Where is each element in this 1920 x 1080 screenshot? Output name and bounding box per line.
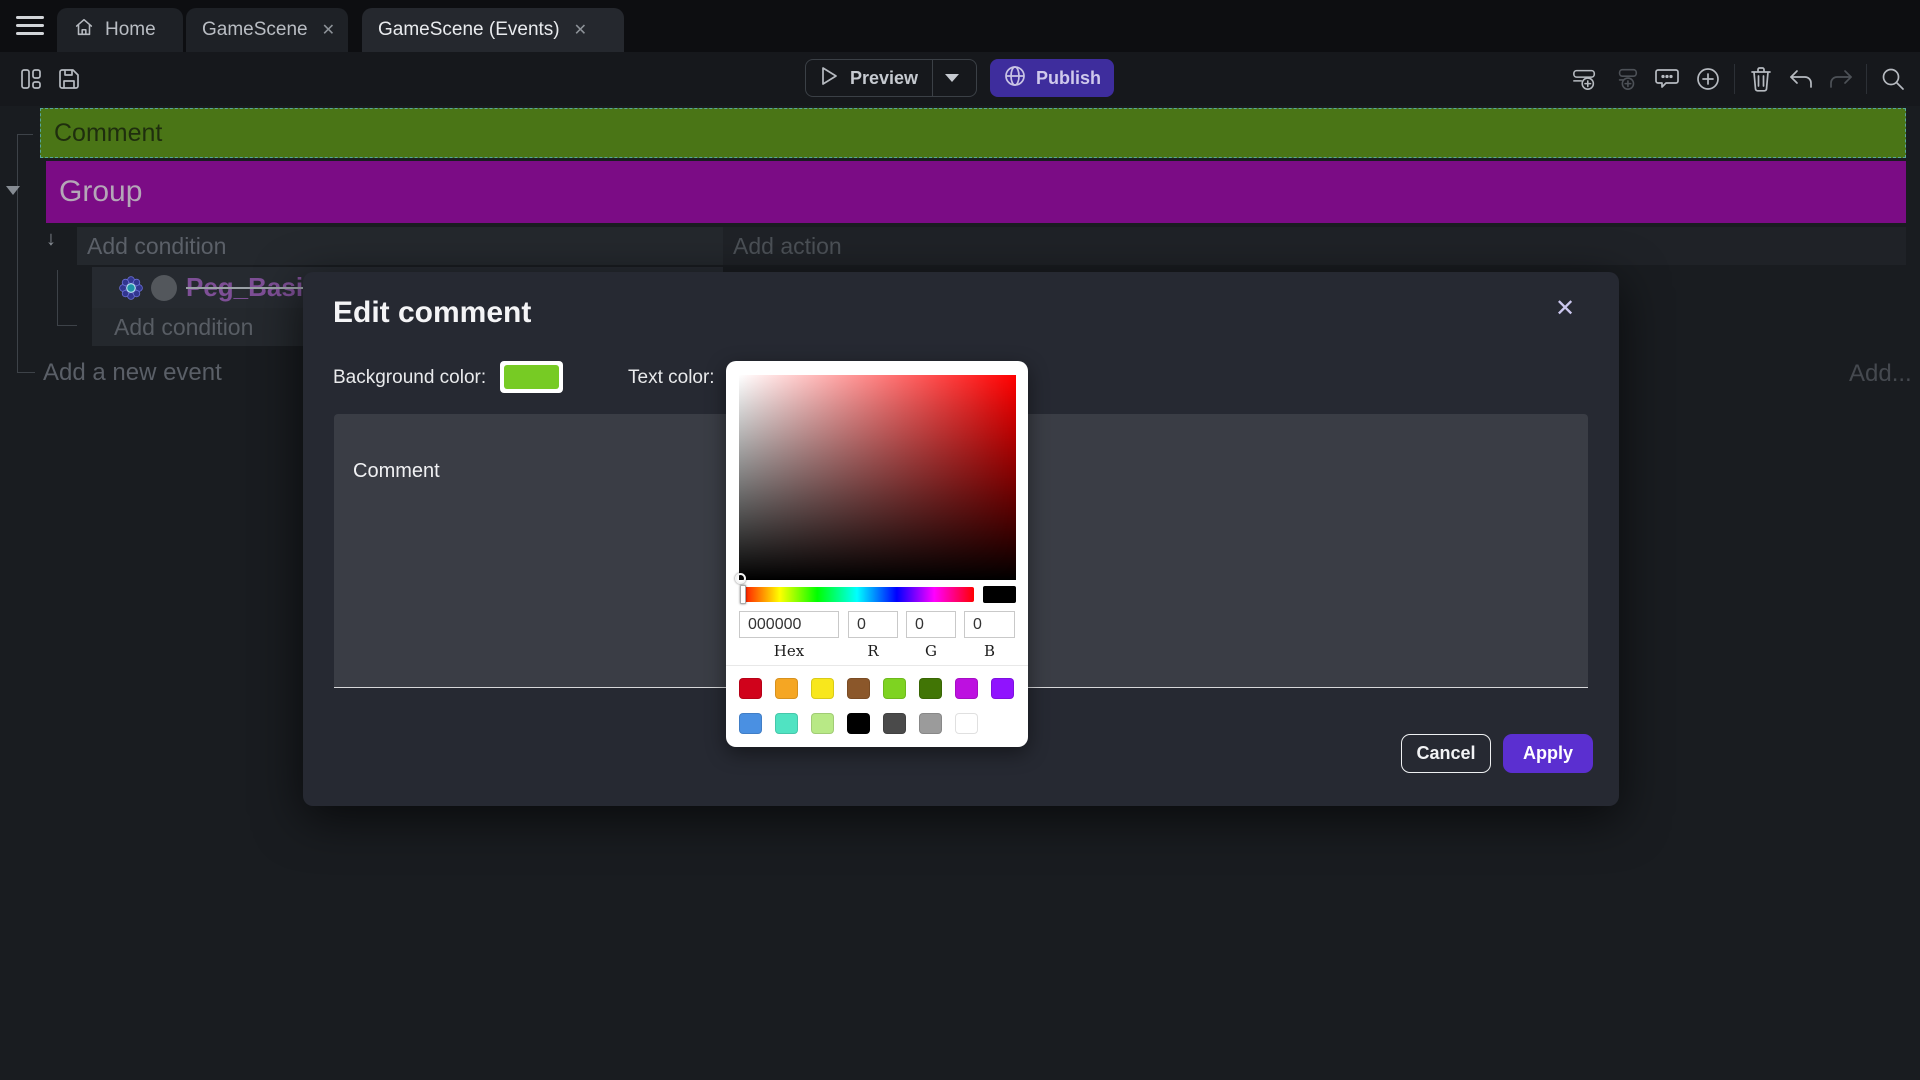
apply-button[interactable]: Apply [1503, 734, 1593, 773]
color-picker-popup: Hex R G B [726, 361, 1028, 747]
app-window: Home GameScene ✕ GameScene (Events) ✕ Pr… [0, 0, 1920, 1080]
publish-label: Publish [1036, 68, 1101, 89]
current-color-preview [983, 586, 1016, 603]
globe-icon [1003, 64, 1027, 93]
undo-icon[interactable] [1788, 66, 1814, 92]
green-label: G [906, 642, 956, 660]
search-icon[interactable] [1880, 66, 1906, 92]
hex-label: Hex [739, 642, 839, 660]
close-tab-icon[interactable]: ✕ [318, 18, 339, 42]
saturation-area[interactable] [739, 375, 1016, 580]
preview-split-divider [932, 60, 933, 96]
tab-label: Home [105, 19, 156, 41]
redo-icon[interactable] [1828, 66, 1854, 92]
tree-line [17, 372, 35, 373]
preset-color[interactable] [955, 713, 978, 734]
saturation-cursor[interactable] [735, 573, 746, 584]
preview-dropdown-icon[interactable] [945, 74, 959, 82]
group-event-bar[interactable]: Group [46, 161, 1906, 223]
dialog-title: Edit comment [333, 296, 531, 330]
tab-gamescene[interactable]: GameScene ✕ [186, 8, 348, 52]
add-circle-icon[interactable] [1695, 66, 1721, 92]
behavior-icon [118, 275, 144, 301]
preset-color[interactable] [955, 678, 978, 699]
preset-color[interactable] [919, 713, 942, 734]
picker-divider [726, 665, 1028, 666]
cancel-button[interactable]: Cancel [1401, 734, 1491, 773]
background-color-value [504, 365, 559, 389]
play-icon [816, 64, 840, 93]
tab-bar: Home GameScene ✕ GameScene (Events) ✕ [0, 0, 1920, 52]
close-dialog-icon[interactable]: ✕ [1555, 294, 1575, 323]
add-comment-icon[interactable] [1654, 66, 1680, 92]
preset-color[interactable] [775, 678, 798, 699]
blue-input[interactable] [964, 611, 1015, 638]
background-color-label: Background color: [333, 367, 486, 389]
tab-home[interactable]: Home [57, 8, 183, 52]
tab-label: GameScene [202, 19, 308, 41]
background-color-swatch[interactable] [500, 361, 563, 393]
add-condition-link[interactable]: Add condition [77, 227, 723, 265]
save-icon[interactable] [56, 66, 82, 92]
preset-color[interactable] [991, 678, 1014, 699]
preset-color[interactable] [739, 678, 762, 699]
blue-label: B [964, 642, 1015, 660]
preview-label: Preview [850, 68, 918, 89]
hex-input[interactable] [739, 611, 839, 638]
toolbar-divider [1866, 64, 1867, 94]
publish-button[interactable]: Publish [990, 59, 1114, 97]
preset-color[interactable] [775, 713, 798, 734]
comment-event-bar[interactable]: Comment [40, 108, 1906, 158]
preset-color[interactable] [883, 713, 906, 734]
preset-color[interactable] [883, 678, 906, 699]
red-label: R [848, 642, 898, 660]
collapse-group-icon[interactable] [6, 186, 20, 195]
text-color-label: Text color: [628, 367, 715, 389]
preset-color[interactable] [811, 678, 834, 699]
hue-slider-handle[interactable] [740, 585, 746, 604]
add-event-icon[interactable] [1572, 66, 1598, 92]
object-thumbnail [151, 275, 177, 301]
drop-indicator-icon: ↓ [46, 228, 56, 251]
hue-slider[interactable] [740, 587, 974, 602]
close-tab-icon[interactable]: ✕ [570, 18, 591, 42]
tree-line [57, 270, 58, 326]
add-new-event-link[interactable]: Add a new event [43, 359, 222, 387]
add-ellipsis-link[interactable]: Add... [1849, 360, 1912, 388]
panel-layout-icon[interactable] [18, 66, 44, 92]
tree-line [17, 134, 18, 372]
add-action-link[interactable]: Add action [723, 227, 1906, 265]
preset-color[interactable] [847, 678, 870, 699]
group-event-text: Group [59, 175, 142, 209]
tree-line [17, 134, 33, 135]
preset-color[interactable] [919, 678, 942, 699]
preset-color[interactable] [847, 713, 870, 734]
tab-gamescene-events[interactable]: GameScene (Events) ✕ [362, 8, 624, 52]
hamburger-menu-icon[interactable] [16, 16, 44, 36]
toolbar: Preview Publish [0, 52, 1920, 106]
delete-icon[interactable] [1748, 66, 1774, 92]
preset-color[interactable] [739, 713, 762, 734]
tree-line [57, 325, 77, 326]
red-input[interactable] [848, 611, 898, 638]
preview-button[interactable]: Preview [805, 59, 977, 97]
add-subevent-icon[interactable] [1614, 66, 1640, 92]
green-input[interactable] [906, 611, 956, 638]
tab-label: GameScene (Events) [378, 19, 560, 41]
preset-color[interactable] [811, 713, 834, 734]
home-icon [73, 16, 95, 44]
comment-event-text: Comment [54, 119, 162, 148]
preset-swatches [739, 678, 1014, 734]
toolbar-divider [1734, 64, 1735, 94]
